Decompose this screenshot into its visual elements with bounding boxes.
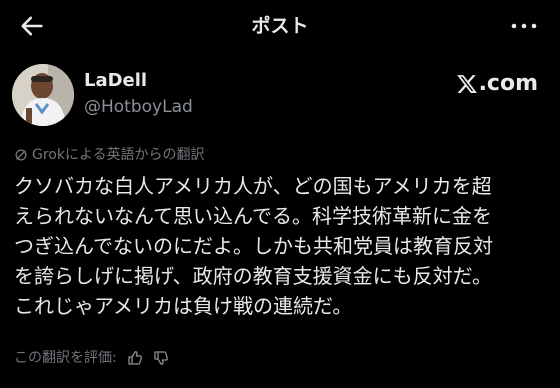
author-name[interactable]: LaDell <box>84 70 147 92</box>
thumbs-down-icon[interactable] <box>153 350 169 366</box>
translation-notice: Grokによる英語からの翻訳 <box>14 146 205 164</box>
more-options-icon[interactable] <box>510 16 538 36</box>
tweet-text: クソバカな白人アメリカ人が、どの国もアメリカを超 えられないなんて思い込んでる。… <box>14 171 554 321</box>
rating-label: この翻訳を評価: <box>14 350 117 366</box>
grok-icon <box>15 149 27 161</box>
x-logo-icon <box>456 75 477 93</box>
tweet-line: を誇らしげに掲げ、政府の教育支援資金にも反対だ。 <box>14 264 492 288</box>
top-bar: ポスト <box>0 0 560 52</box>
thumbs-up-icon[interactable] <box>127 350 143 366</box>
watermark-text: .com <box>478 71 538 96</box>
translation-label: Grokによる英語からの翻訳 <box>32 147 205 163</box>
tweet-line: つぎ込んでないのにだよ。しかも共和党員は教育反対 <box>14 234 493 258</box>
translation-rating: この翻訳を評価: <box>14 348 169 368</box>
tweet-line: えられないなんて思い込んでる。科学技術革新に金を <box>14 204 492 228</box>
x-watermark: .com <box>456 70 538 98</box>
author-handle[interactable]: @HotboyLad <box>84 96 193 118</box>
tweet-line: これじゃアメリカは負け戦の連続だ。 <box>14 294 353 318</box>
avatar-image <box>12 64 74 126</box>
tweet-line: クソバカな白人アメリカ人が、どの国もアメリカを超 <box>14 174 492 198</box>
avatar[interactable] <box>12 64 74 126</box>
page-title: ポスト <box>251 15 309 37</box>
